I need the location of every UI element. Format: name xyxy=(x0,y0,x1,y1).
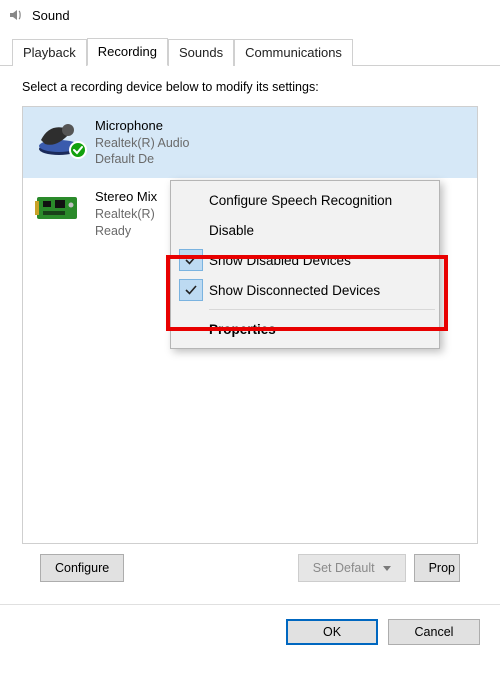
menu-configure-speech[interactable]: Configure Speech Recognition xyxy=(171,185,439,215)
dialog-footer: OK Cancel xyxy=(0,605,500,659)
window-title: Sound xyxy=(32,8,70,23)
menu-check-placeholder xyxy=(179,189,203,211)
menu-separator xyxy=(209,309,435,310)
menu-show-disconnected[interactable]: Show Disconnected Devices xyxy=(171,275,439,305)
ok-button[interactable]: OK xyxy=(286,619,378,645)
set-default-button[interactable]: Set Default xyxy=(298,554,406,582)
cancel-button[interactable]: Cancel xyxy=(388,619,480,645)
title-bar: Sound xyxy=(0,0,500,30)
device-driver: Realtek(R) Audio xyxy=(95,135,190,152)
device-text: Microphone Realtek(R) Audio Default De xyxy=(95,117,190,168)
prompt-text: Select a recording device below to modif… xyxy=(22,80,478,94)
tab-playback[interactable]: Playback xyxy=(12,39,87,66)
properties-button[interactable]: Prop xyxy=(414,554,460,582)
context-menu: Configure Speech Recognition Disable Sho… xyxy=(170,180,440,349)
device-text: Stereo Mix Realtek(R) Ready xyxy=(95,188,157,239)
checkmark-icon xyxy=(179,249,203,271)
menu-properties[interactable]: Properties xyxy=(171,314,439,344)
tab-strip: Playback Recording Sounds Communications xyxy=(0,30,500,66)
soundcard-icon xyxy=(33,188,85,228)
menu-disable[interactable]: Disable xyxy=(171,215,439,245)
tab-recording[interactable]: Recording xyxy=(87,38,168,66)
device-name: Microphone xyxy=(95,117,190,135)
tab-communications[interactable]: Communications xyxy=(234,39,353,66)
list-item[interactable]: Microphone Realtek(R) Audio Default De xyxy=(23,107,477,178)
checkmark-icon xyxy=(179,279,203,301)
device-status: Ready xyxy=(95,223,157,240)
menu-check-placeholder xyxy=(179,219,203,241)
sound-icon xyxy=(8,7,24,23)
microphone-icon xyxy=(33,117,85,157)
tab-sounds[interactable]: Sounds xyxy=(168,39,234,66)
menu-check-placeholder xyxy=(179,318,203,340)
default-check-icon xyxy=(69,141,87,159)
device-name: Stereo Mix xyxy=(95,188,157,206)
device-status: Default De xyxy=(95,151,190,168)
panel-button-row: Configure Set Default Prop xyxy=(22,544,478,592)
device-driver: Realtek(R) xyxy=(95,206,157,223)
menu-show-disabled[interactable]: Show Disabled Devices xyxy=(171,245,439,275)
configure-button[interactable]: Configure xyxy=(40,554,124,582)
